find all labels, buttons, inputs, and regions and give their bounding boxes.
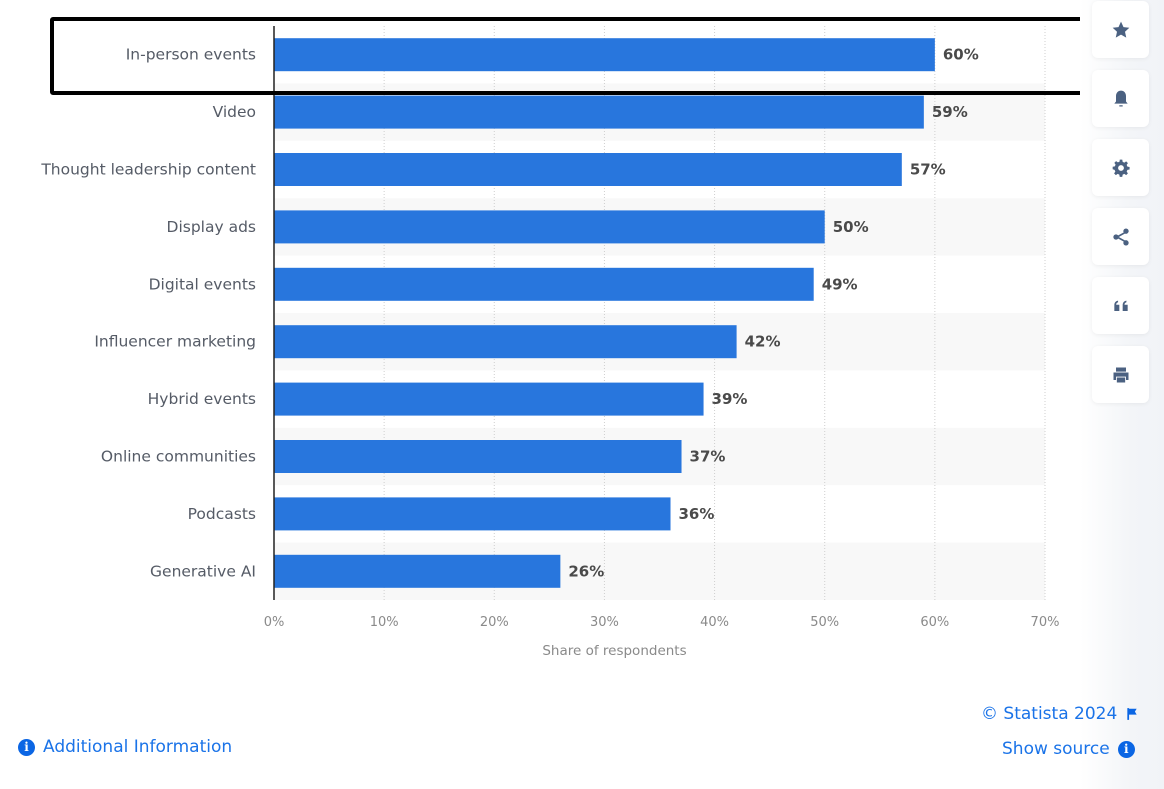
show-source-label: Show source	[1002, 739, 1110, 759]
bar	[274, 95, 924, 129]
category-label: Digital events	[149, 275, 256, 293]
x-tick-label: 50%	[810, 615, 839, 630]
side-toolbar	[1080, 0, 1164, 789]
gear-icon	[1112, 159, 1130, 177]
category-label: Influencer marketing	[94, 333, 256, 351]
value-label: 26%	[568, 562, 604, 580]
share-button[interactable]	[1092, 208, 1149, 265]
x-tick-label: 0%	[264, 615, 285, 630]
copyright-label: © Statista 2024	[981, 704, 1118, 724]
x-tick-label: 10%	[370, 615, 399, 630]
category-label: Online communities	[101, 448, 256, 466]
category-label: Thought leadership content	[40, 161, 256, 179]
flag-icon	[1127, 708, 1137, 720]
info-icon: i	[18, 738, 35, 756]
value-label: 60%	[943, 46, 979, 64]
bar	[274, 554, 561, 588]
statista-copyright-link[interactable]: © Statista 2024	[981, 704, 1139, 724]
category-label: Video	[213, 103, 256, 121]
x-tick-label: 40%	[700, 615, 729, 630]
x-tick-label: 70%	[1031, 615, 1060, 630]
quote-icon	[1113, 300, 1128, 311]
additional-information-label: Additional Information	[43, 737, 233, 757]
category-label: Generative AI	[150, 562, 256, 580]
value-label: 36%	[679, 505, 715, 523]
share-icon	[1112, 228, 1129, 245]
show-source-link[interactable]: Show source i	[1002, 739, 1135, 759]
x-tick-label: 20%	[480, 615, 509, 630]
value-label: 50%	[833, 218, 869, 236]
notification-button[interactable]	[1092, 70, 1149, 127]
star-icon	[1112, 21, 1129, 38]
value-label: 49%	[822, 275, 858, 293]
category-label: Display ads	[167, 218, 256, 236]
value-label: 37%	[690, 448, 726, 466]
x-axis-title: Share of respondents	[542, 643, 686, 659]
x-tick-label: 60%	[920, 615, 949, 630]
category-label: Hybrid events	[148, 390, 256, 408]
settings-button[interactable]	[1092, 139, 1149, 196]
value-label: 57%	[910, 161, 946, 179]
additional-information-link[interactable]: i Additional Information	[18, 737, 232, 757]
category-label: In-person events	[126, 46, 256, 64]
value-label: 42%	[745, 333, 781, 351]
bell-icon	[1113, 90, 1128, 106]
info-icon: i	[1117, 740, 1135, 758]
bar	[274, 497, 671, 531]
print-button[interactable]	[1092, 346, 1149, 403]
category-label: Podcasts	[188, 505, 256, 523]
value-label: 59%	[932, 103, 968, 121]
value-label: 39%	[712, 390, 748, 408]
bar-chart: In-person events Video Thought leadership …	[40, 26, 1060, 659]
x-tick-label: 30%	[590, 615, 619, 630]
cite-button[interactable]	[1092, 277, 1149, 334]
bar	[274, 153, 902, 186]
bar	[274, 210, 825, 244]
bar	[274, 267, 814, 301]
bar	[274, 38, 935, 72]
bar	[274, 325, 737, 359]
favorite-button[interactable]	[1092, 1, 1149, 58]
bar	[274, 382, 704, 416]
print-icon	[1113, 367, 1128, 382]
bar	[274, 440, 682, 473]
